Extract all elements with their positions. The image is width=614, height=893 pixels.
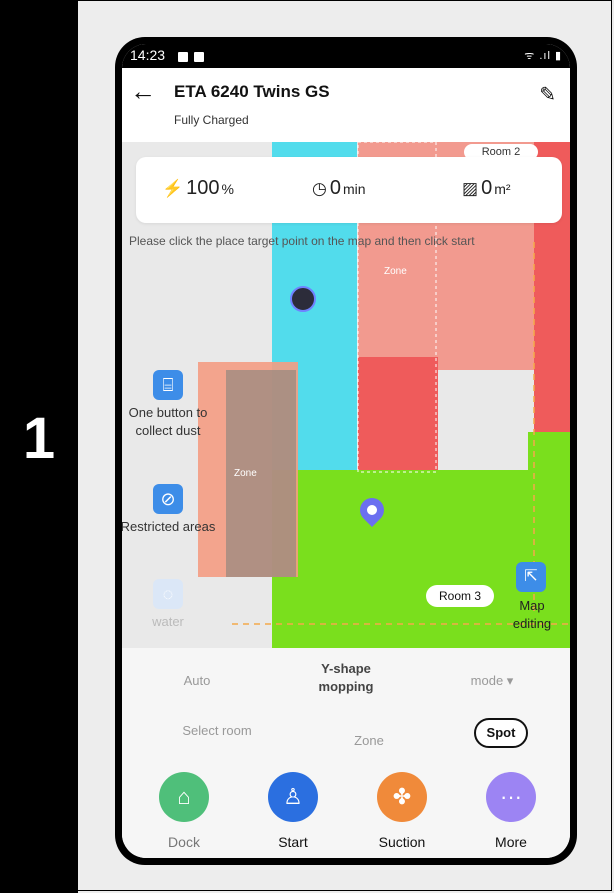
- restricted-areas-tool[interactable]: ⊘ Restricted areas: [122, 484, 216, 536]
- status-time: 14:23: [130, 47, 166, 63]
- map-hint: Please click the place target point on t…: [129, 234, 475, 248]
- restricted-icon: ⊘: [153, 484, 183, 514]
- device-title: ETA 6240 Twins GS: [174, 82, 330, 101]
- signal-battery-icon: ᯤ .ıl ▮: [524, 50, 562, 62]
- edit-pencil-icon[interactable]: ✎: [539, 82, 556, 107]
- collect-dust-tool[interactable]: ⌸ One button to collect dust: [122, 370, 216, 440]
- area-unit: m²: [494, 181, 511, 197]
- room-red: [358, 357, 438, 470]
- mode-zone[interactable]: Zone: [332, 732, 406, 750]
- app-header: ← ETA 6240 Twins GS Fully Charged ✎: [122, 68, 570, 142]
- suction-action[interactable]: ✤ Suction: [366, 772, 438, 850]
- area-value: 0: [481, 177, 493, 199]
- zone-label-top: Zone: [384, 266, 407, 277]
- battery-icon: ⚡: [162, 179, 184, 198]
- clock-icon: ◷: [312, 179, 327, 198]
- robot-icon: [290, 286, 316, 312]
- start-action[interactable]: ♙ Start: [257, 772, 329, 850]
- map-edit-label[interactable]: Map editing: [502, 597, 562, 633]
- map-edit-icon[interactable]: ⇱: [516, 562, 546, 592]
- mode-auto[interactable]: Auto: [162, 672, 232, 690]
- time-value: 0: [329, 177, 341, 199]
- notification-icons: [178, 49, 210, 65]
- battery-unit: %: [221, 181, 234, 197]
- mode-yshape-mopping[interactable]: Y-shape mopping: [298, 660, 394, 696]
- dock-icon[interactable]: ⌂: [159, 772, 209, 822]
- time-unit: min: [342, 181, 366, 197]
- back-arrow-icon[interactable]: ←: [130, 78, 156, 104]
- mode-spot[interactable]: Spot: [474, 718, 528, 748]
- collect-dust-icon: ⌸: [153, 370, 183, 400]
- restricted-label: Restricted areas: [122, 519, 216, 534]
- battery-stat: ⚡ 100%: [162, 177, 234, 200]
- control-panel: Auto Y-shape mopping mode ▾ Select room …: [122, 648, 570, 858]
- water-tool[interactable]: ◌ water: [122, 579, 216, 631]
- status-bar: 14:23 ᯤ .ıl ▮: [122, 44, 570, 68]
- water-drop-icon: ◌: [153, 579, 183, 609]
- collect-dust-label: One button to collect dust: [128, 405, 208, 438]
- phone-screen: 14:23 ᯤ .ıl ▮ ← ETA 6240 Twins GS Fully …: [122, 44, 570, 858]
- suction-label: Suction: [378, 834, 426, 850]
- start-label: Start: [278, 834, 308, 850]
- suction-icon[interactable]: ✤: [377, 772, 427, 822]
- zone-label-left: Zone: [234, 468, 257, 479]
- mode-dropdown[interactable]: mode ▾: [456, 672, 528, 690]
- mode-select-room[interactable]: Select room: [180, 722, 254, 740]
- dock-label: Dock: [168, 834, 200, 850]
- room-3-label[interactable]: Room 3: [426, 585, 494, 607]
- dock-action[interactable]: ⌂ Dock: [148, 772, 220, 850]
- more-icon[interactable]: ···: [486, 772, 536, 822]
- gallery-icon: [178, 52, 188, 62]
- device-status: Fully Charged: [174, 113, 249, 127]
- cleaning-map[interactable]: Room 2 ⚡ 100% ◷ 0 min ▨ 0 m² Please click the…: [122, 142, 570, 648]
- battery-value: 100: [186, 177, 220, 199]
- stats-card: ⚡ 100% ◷ 0 min ▨ 0 m²: [136, 157, 562, 223]
- storage-icon: [194, 52, 204, 62]
- water-label: water: [152, 614, 184, 629]
- more-label: More: [495, 834, 527, 850]
- area-icon: ▨: [462, 179, 479, 198]
- area-stat: ▨ 0 m²: [462, 177, 511, 200]
- more-action[interactable]: ··· More: [475, 772, 547, 850]
- start-icon[interactable]: ♙: [268, 772, 318, 822]
- time-stat: ◷ 0 min: [312, 177, 366, 200]
